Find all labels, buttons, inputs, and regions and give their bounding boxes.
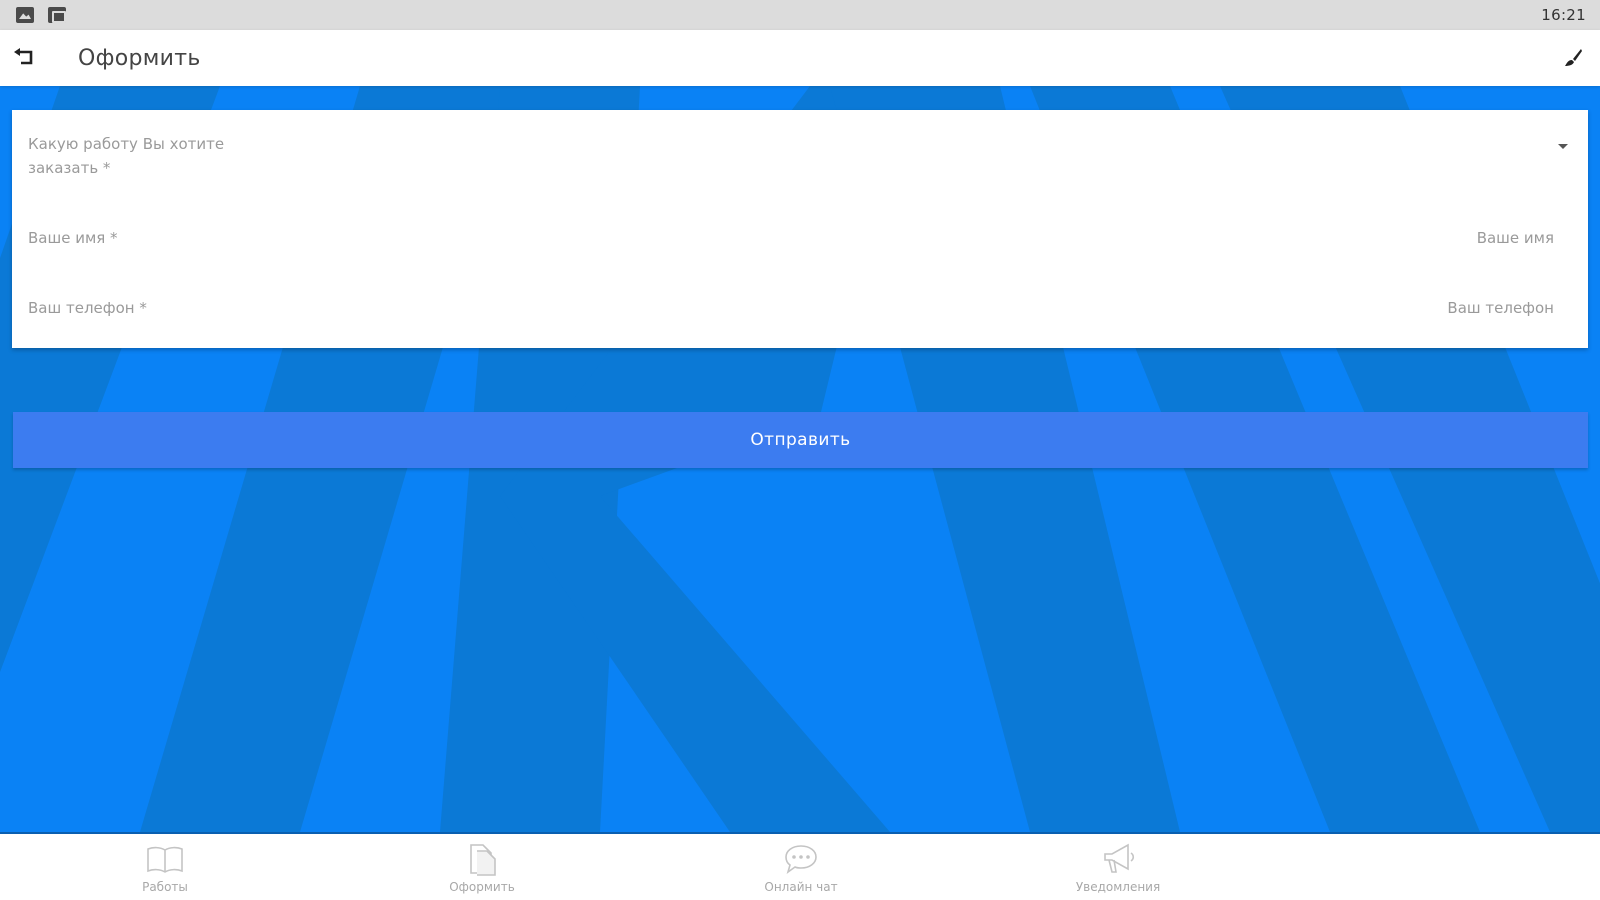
status-bar: 16:21 bbox=[0, 0, 1600, 30]
chevron-down-icon[interactable] bbox=[1558, 144, 1568, 149]
page-title: Оформить bbox=[78, 45, 201, 71]
work-type-select[interactable]: Какую работу Вы хотите заказать * bbox=[12, 132, 1588, 180]
nav-item-chat[interactable]: Онлайн чат bbox=[731, 842, 871, 894]
phone-field[interactable]: Ваш телефон * Ваш телефон bbox=[12, 296, 1588, 320]
app-bar: Оформить bbox=[0, 30, 1600, 86]
name-field[interactable]: Ваше имя * Ваше имя bbox=[12, 226, 1588, 250]
status-icons bbox=[16, 7, 66, 23]
chat-icon bbox=[781, 842, 821, 876]
nav-item-notifications[interactable]: Уведомления bbox=[1048, 842, 1188, 894]
back-arrow-icon[interactable] bbox=[12, 45, 38, 71]
brush-icon[interactable] bbox=[1560, 45, 1586, 71]
megaphone-icon bbox=[1098, 842, 1138, 876]
nav-label-chat: Онлайн чат bbox=[764, 880, 838, 894]
nav-item-order[interactable]: Оформить bbox=[412, 842, 552, 894]
nav-label-notifications: Уведомления bbox=[1075, 880, 1161, 894]
name-input[interactable]: Ваше имя bbox=[1477, 226, 1554, 250]
phone-input[interactable]: Ваш телефон bbox=[1447, 296, 1554, 320]
order-form: Какую работу Вы хотите заказать * Ваше и… bbox=[12, 110, 1588, 348]
nav-label-order: Оформить bbox=[449, 880, 515, 894]
phone-label: Ваш телефон * bbox=[28, 299, 147, 317]
nav-label-works: Работы bbox=[142, 880, 188, 894]
gallery-icon bbox=[16, 7, 34, 23]
bottom-nav: Работы Оформить Онлайн чат Уведомления bbox=[0, 832, 1600, 900]
submit-button[interactable]: Отправить bbox=[13, 412, 1588, 468]
nav-item-works[interactable]: Работы bbox=[95, 842, 235, 894]
document-icon bbox=[462, 842, 502, 876]
status-time: 16:21 bbox=[1541, 6, 1586, 24]
box-icon bbox=[48, 7, 66, 23]
work-type-label: Какую работу Вы хотите заказать * bbox=[28, 135, 225, 177]
name-label: Ваше имя * bbox=[28, 229, 118, 247]
book-icon bbox=[145, 842, 185, 876]
